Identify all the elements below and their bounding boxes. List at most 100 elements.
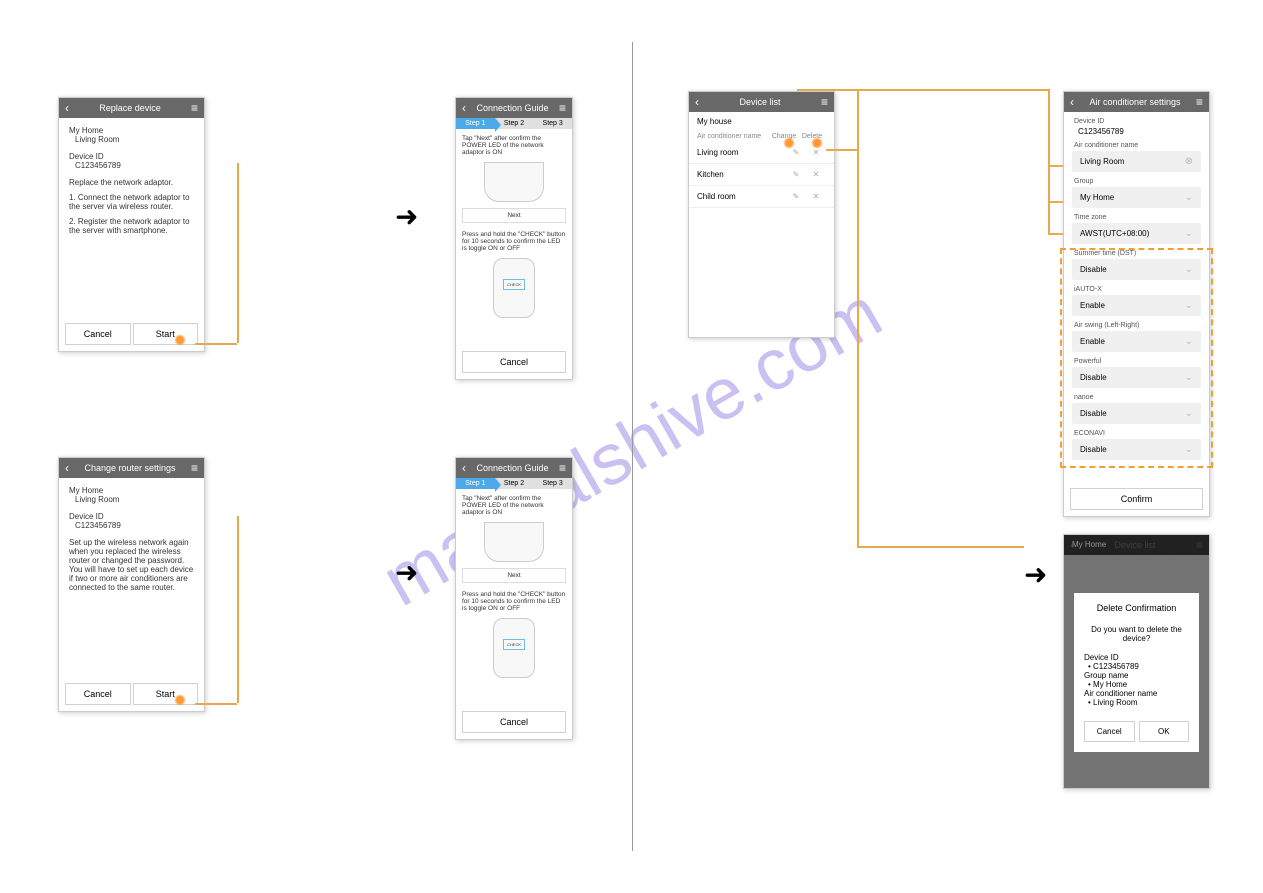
room-label: Living Room: [75, 495, 194, 504]
house-name: My house: [689, 112, 834, 131]
devid-value: C123456789: [1078, 127, 1199, 136]
modal-title: Delete Confirmation: [1084, 603, 1189, 613]
menu-icon[interactable]: ≡: [821, 95, 828, 109]
ok-button[interactable]: OK: [1139, 721, 1190, 742]
instruction-0: Replace the network adaptor.: [69, 178, 194, 187]
guide-text-1: Tap "Next" after confirm the POWER LED o…: [462, 135, 566, 156]
step-1-tab[interactable]: Step 1: [456, 478, 495, 489]
room-label: Living Room: [75, 135, 194, 144]
next-button[interactable]: Next: [462, 208, 566, 223]
device-row: Child room ✎ ✕: [689, 186, 834, 208]
title: Connection Guide: [476, 103, 548, 113]
devid-label: Device ID: [1074, 118, 1199, 125]
group-select[interactable]: My Home⌄: [1072, 187, 1201, 208]
header: ‹ Change router settings ≡: [59, 458, 204, 478]
button-row: Confirm: [1066, 484, 1207, 514]
callout-line: [826, 149, 857, 151]
menu-icon[interactable]: ≡: [559, 461, 566, 475]
chevron-down-icon: ⌄: [1185, 228, 1193, 239]
start-button[interactable]: Start: [133, 683, 199, 705]
callout-line: [857, 546, 1024, 548]
tz-select[interactable]: AWST(UTC+08:00)⌄: [1072, 223, 1201, 244]
delete-icon[interactable]: ✕: [806, 192, 826, 201]
edit-icon[interactable]: ✎: [786, 170, 806, 179]
confirm-button[interactable]: Confirm: [1070, 488, 1203, 510]
delete-confirm-screen: ‹ Device list ≡ My Home Air conditioner …: [1063, 534, 1210, 789]
group-label: Group: [1074, 178, 1199, 185]
highlight-start: [174, 334, 186, 346]
header: ‹ Connection Guide ≡: [456, 98, 572, 118]
body: My Home Living Room Device ID C123456789…: [59, 118, 204, 243]
delete-modal: Delete Confirmation Do you want to delet…: [1074, 593, 1199, 752]
adaptor-image-top: [484, 162, 544, 202]
replace-device-screen: ‹ Replace device ≡ My Home Living Room D…: [58, 97, 205, 352]
modal-devid-label: Device ID: [1084, 653, 1189, 662]
modal-buttons: Cancel OK: [1084, 721, 1189, 742]
acname-label: Air conditioner name: [1074, 142, 1199, 149]
callout-line: [857, 89, 1048, 91]
devid-label: Device ID: [69, 152, 194, 161]
menu-icon[interactable]: ≡: [191, 101, 198, 115]
back-icon[interactable]: ‹: [1070, 95, 1074, 109]
device-list-screen: ‹ Device list ≡ My house Air conditioner…: [688, 91, 835, 338]
highlight-delete: [811, 137, 823, 149]
back-icon[interactable]: ‹: [65, 101, 69, 115]
header: ‹ Device list ≡: [689, 92, 834, 112]
device-row: Kitchen ✎ ✕: [689, 164, 834, 186]
delete-icon[interactable]: ✕: [806, 170, 826, 179]
guide-text-1: Tap "Next" after confirm the POWER LED o…: [462, 495, 566, 516]
cancel-button[interactable]: Cancel: [462, 711, 566, 733]
menu-icon[interactable]: ≡: [191, 461, 198, 475]
title: Replace device: [99, 103, 161, 113]
connection-guide-screen: ‹ Connection Guide ≡ Step 1 Step 2 Step …: [455, 97, 573, 380]
guide-text-2: Press and hold the "CHECK" button for 10…: [462, 591, 566, 612]
adaptor-image-top: [484, 522, 544, 562]
start-button[interactable]: Start: [133, 323, 199, 345]
header: ‹ Replace device ≡: [59, 98, 204, 118]
cancel-button[interactable]: Cancel: [1084, 721, 1135, 742]
callout-line: [857, 89, 859, 149]
house-dim: My Home: [1064, 535, 1209, 554]
col-name-dim: Air conditioner name: [1072, 556, 1145, 563]
delete-icon[interactable]: ✕: [806, 148, 826, 157]
back-icon[interactable]: ‹: [65, 461, 69, 475]
button-row: Cancel: [458, 707, 570, 737]
back-icon[interactable]: ‹: [462, 101, 466, 115]
title: Device list: [739, 97, 780, 107]
step-3-tab[interactable]: Step 3: [533, 478, 572, 489]
highlight-start: [174, 694, 186, 706]
back-icon[interactable]: ‹: [462, 461, 466, 475]
callout-line: [1048, 165, 1063, 167]
back-icon[interactable]: ‹: [695, 95, 699, 109]
menu-icon[interactable]: ≡: [559, 101, 566, 115]
device-name: Kitchen: [697, 170, 786, 179]
cancel-button[interactable]: Cancel: [462, 351, 566, 373]
col-name: Air conditioner name: [697, 133, 770, 140]
callout-line: [195, 343, 237, 345]
callout-line: [237, 516, 239, 703]
edit-icon[interactable]: ✎: [786, 192, 806, 201]
adaptor-image-bottom: [493, 258, 535, 318]
dashed-highlight: [1060, 248, 1213, 468]
step-3-tab[interactable]: Step 3: [533, 118, 572, 129]
arrow-icon: ➜: [395, 556, 418, 589]
clear-icon[interactable]: ⊗: [1185, 156, 1193, 167]
instruction-2: 2. Register the network adaptor to the s…: [69, 217, 194, 235]
menu-icon[interactable]: ≡: [1196, 95, 1203, 109]
arrow-icon: ➜: [395, 200, 418, 233]
step-1-tab[interactable]: Step 1: [456, 118, 495, 129]
button-row: Cancel: [458, 347, 570, 377]
modal-acname: • Living Room: [1088, 698, 1189, 707]
acname-input[interactable]: Living Room⊗: [1072, 151, 1201, 172]
callout-line: [1048, 89, 1050, 233]
change-router-screen: ‹ Change router settings ≡ My Home Livin…: [58, 457, 205, 712]
home-label: My Home: [69, 126, 194, 135]
header: ‹ Air conditioner settings ≡: [1064, 92, 1209, 112]
cancel-button[interactable]: Cancel: [65, 323, 131, 345]
next-button[interactable]: Next: [462, 568, 566, 583]
modal-group: • My Home: [1088, 680, 1189, 689]
edit-icon[interactable]: ✎: [786, 148, 806, 157]
cancel-button[interactable]: Cancel: [65, 683, 131, 705]
callout-line: [797, 89, 857, 91]
modal-acname-label: Air conditioner name: [1084, 689, 1189, 698]
